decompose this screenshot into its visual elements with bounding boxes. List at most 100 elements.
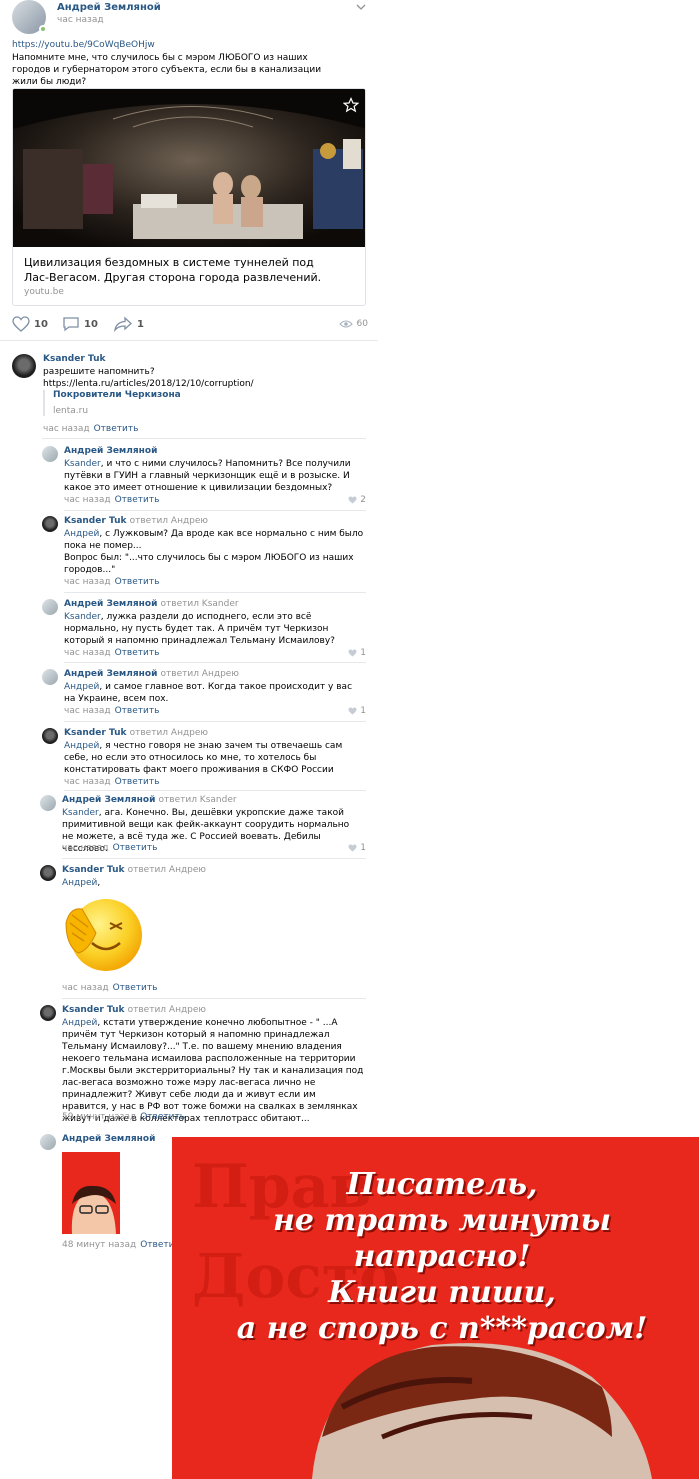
comment-meta: час назад Ответить [64, 495, 159, 505]
comment-time[interactable]: 48 минут назад [62, 1240, 136, 1250]
reply-button[interactable]: Ответить [140, 1112, 185, 1122]
commenter-name[interactable]: Ksander Tuk [43, 354, 105, 364]
comment-like-button[interactable]: 1 [348, 843, 366, 853]
commenter-avatar[interactable] [42, 728, 58, 744]
comment: Ksander Tuk ответил Андрею Андрей, с Луж… [42, 516, 366, 590]
replied-to[interactable]: ответил Андрею [130, 516, 208, 526]
chevron-down-icon[interactable] [356, 4, 366, 10]
commenter-name[interactable]: Андрей Земляной [64, 669, 157, 679]
comment-body: , [97, 878, 101, 888]
comment-like-button[interactable]: 1 [348, 706, 366, 716]
replied-to[interactable]: ответил Ksander [159, 795, 237, 805]
mention-link[interactable]: Ksander [62, 808, 99, 818]
video-thumbnail[interactable] [13, 89, 365, 247]
poster-thumbnail[interactable] [62, 1152, 120, 1234]
mention-link[interactable]: Андрей [64, 682, 99, 692]
comment-time[interactable]: час назад [64, 495, 111, 505]
comment: Андрей Земляной ответил Ksander Ksander,… [40, 795, 366, 857]
commenter-avatar[interactable] [40, 795, 56, 811]
post-time[interactable]: час назад [57, 15, 104, 25]
mention-link[interactable]: Андрей [64, 741, 99, 751]
facepalm-emoji-sticker[interactable] [62, 893, 144, 975]
commenter-name[interactable]: Ksander Tuk [64, 728, 126, 738]
comment-time[interactable]: час назад [43, 424, 90, 434]
comment: Ksander Tuk ответил Андрею Андрей, кстат… [40, 1005, 366, 1125]
share-count: 1 [137, 318, 144, 330]
like-button[interactable]: 10 [12, 315, 48, 333]
comment-like-button[interactable]: 2 [348, 495, 366, 505]
reply-button[interactable]: Ответить [115, 777, 160, 787]
reply-button[interactable]: Ответить [115, 495, 160, 505]
comment-time[interactable]: час назад [62, 983, 109, 993]
comment-button[interactable]: 10 [62, 315, 98, 333]
reply-button[interactable]: Ответить [113, 983, 158, 993]
commenter-name[interactable]: Ksander Tuk [64, 516, 126, 526]
link-preview-title[interactable]: Покровители Черкизона [53, 390, 181, 400]
reply-button[interactable]: Ответить [113, 843, 158, 853]
comment-text: Ksander, лужка раздели до исподнего, есл… [64, 611, 364, 647]
replied-to[interactable]: ответил Андрею [161, 669, 239, 679]
comment-time[interactable]: час назад [64, 777, 111, 787]
heart-icon [12, 316, 30, 332]
replied-to[interactable]: ответил Андрею [128, 865, 206, 875]
divider [42, 438, 366, 439]
commenter-avatar[interactable] [12, 354, 36, 378]
comment-header: Андрей Земляной ответил Андрею [64, 669, 239, 679]
comment-time[interactable]: час назад [64, 706, 111, 716]
commenter-name[interactable]: Ksander Tuk [62, 865, 124, 875]
comment-link[interactable]: https://lenta.ru/articles/2018/12/10/cor… [43, 378, 254, 390]
divider [0, 340, 378, 341]
comment-time[interactable]: час назад [64, 648, 111, 658]
comment-time[interactable]: 59 минут назад [62, 1112, 136, 1122]
comment-body: , и самое главное вот. Когда такое проис… [64, 682, 353, 704]
commenter-avatar[interactable] [42, 669, 58, 685]
mention-link[interactable]: Ksander [64, 612, 101, 622]
mention-link[interactable]: Ksander [64, 459, 101, 469]
reply-button[interactable]: Ответить [94, 424, 139, 434]
mention-link[interactable]: Андрей [62, 1018, 97, 1028]
comment-header: Ksander Tuk ответил Андрею [64, 728, 208, 738]
reply-button[interactable]: Ответить [115, 706, 160, 716]
eye-icon [338, 320, 353, 328]
mention-link[interactable]: Андрей [62, 878, 97, 888]
commenter-name[interactable]: Андрей Земляной [62, 795, 155, 805]
commenter-avatar[interactable] [40, 1005, 56, 1021]
share-button[interactable]: 1 [113, 315, 144, 333]
reply-button[interactable]: Ответить [115, 648, 160, 658]
commenter-avatar[interactable] [42, 446, 58, 462]
commenter-name[interactable]: Андрей Земляной [64, 599, 157, 609]
commenter-avatar[interactable] [42, 599, 58, 615]
star-icon[interactable] [343, 97, 359, 113]
comment-time[interactable]: час назад [62, 843, 109, 853]
comment-text: Андрей, кстати утверждение конечно любоп… [62, 1017, 364, 1125]
commenter-name[interactable]: Ksander Tuk [62, 1005, 124, 1015]
comment-meta: час назад Ответить [62, 983, 157, 993]
mention-link[interactable]: Андрей [64, 529, 99, 539]
comment-meta: час назад Ответить [43, 424, 138, 434]
commenter-name[interactable]: Андрей Земляной [64, 446, 157, 456]
comment-meta: 59 минут назад Ответить [62, 1112, 185, 1122]
comment-like-count: 1 [360, 706, 366, 716]
video-card[interactable]: Цивилизация бездомных в системе туннелей… [12, 88, 366, 306]
divider [64, 662, 366, 663]
comment-like-count: 1 [360, 648, 366, 658]
replied-to[interactable]: ответил Андрею [128, 1005, 206, 1015]
replied-to[interactable]: ответил Андрею [130, 728, 208, 738]
commenter-name[interactable]: Андрей Земляной [62, 1134, 155, 1144]
poster-caption: Писатель, не трать минуты напрасно! Книг… [236, 1167, 648, 1346]
comment-meta: час назад Ответить [64, 577, 159, 587]
commenter-avatar[interactable] [42, 516, 58, 532]
online-indicator [39, 25, 47, 33]
link-preview[interactable]: Покровители Черкизона lenta.ru [43, 390, 181, 416]
post-actions: 10 10 1 60 [12, 315, 368, 333]
commenter-avatar[interactable] [40, 1134, 56, 1150]
comment-time[interactable]: час назад [64, 577, 111, 587]
poster-image[interactable]: Прав Досто Писатель, не трать минуты нап… [172, 1137, 699, 1479]
video-title[interactable]: Цивилизация бездомных в системе туннелей… [24, 255, 324, 285]
replied-to[interactable]: ответил Ksander [161, 599, 239, 609]
commenter-avatar[interactable] [40, 865, 56, 881]
reply-button[interactable]: Ответить [115, 577, 160, 587]
post-author-link[interactable]: Андрей Земляной [57, 2, 161, 13]
post-youtube-link[interactable]: https://youtu.be/9CoWqBeOHjw [12, 40, 155, 50]
comment-like-button[interactable]: 1 [348, 648, 366, 658]
